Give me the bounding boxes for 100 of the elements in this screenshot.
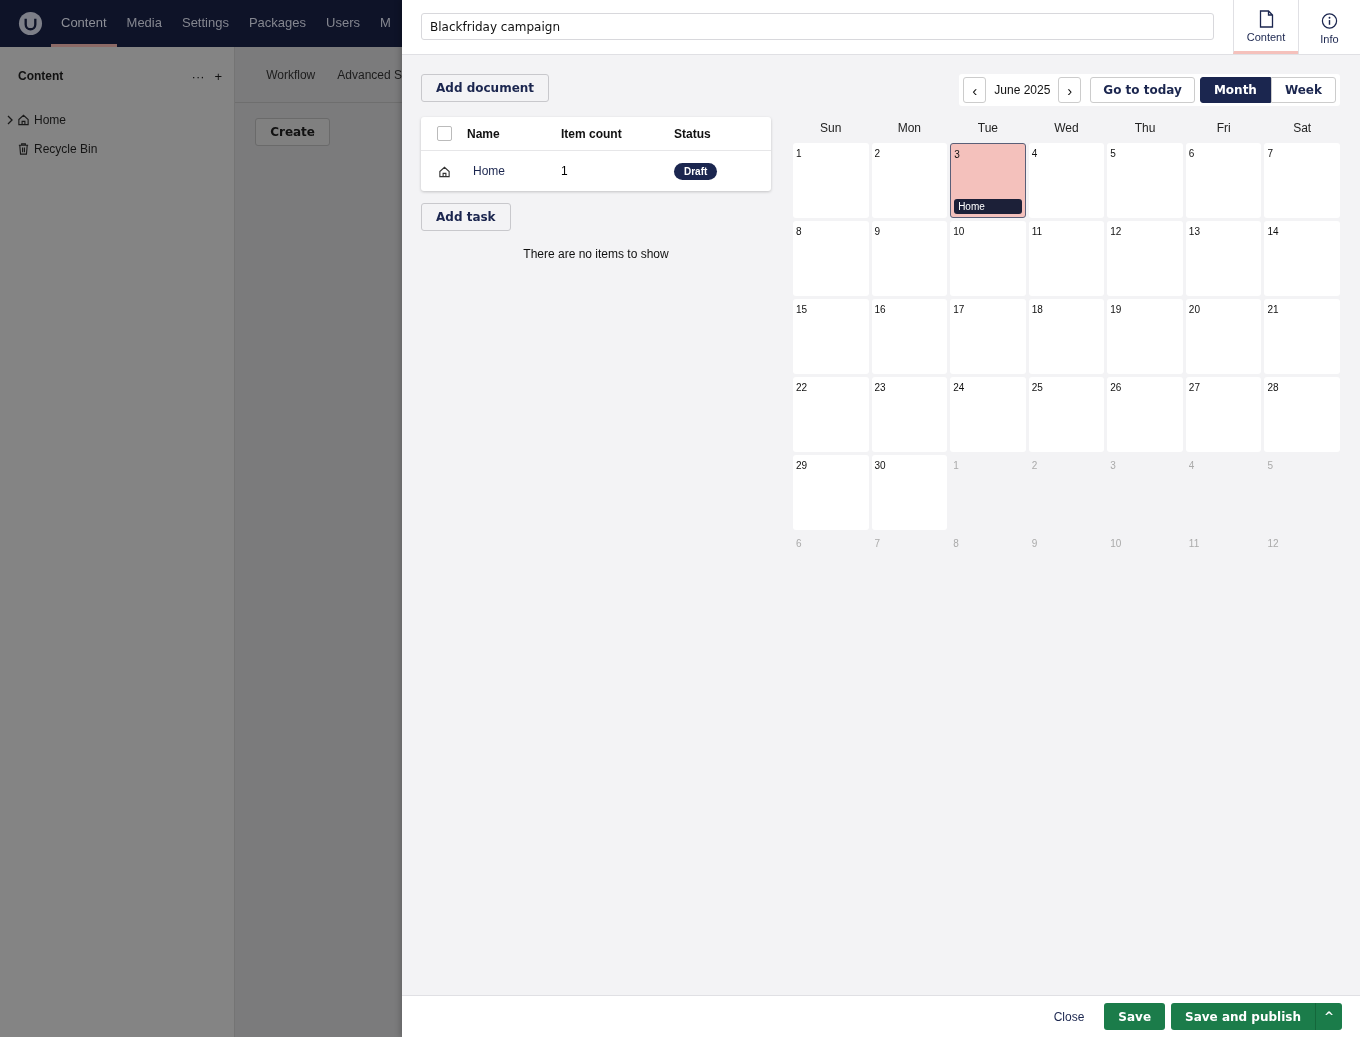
- day-cell[interactable]: 3 Home: [950, 143, 1026, 218]
- view-toggle[interactable]: Month: [1199, 77, 1271, 103]
- add-task-button[interactable]: Add task: [421, 203, 511, 231]
- workspace-tab[interactable]: Workflow: [266, 67, 316, 82]
- tree-item[interactable]: Recycle Bin: [34, 141, 98, 156]
- nav-tab[interactable]: M: [370, 0, 401, 47]
- workspace-tab[interactable]: Advanced S: [337, 67, 402, 82]
- day-number: 20: [1188, 304, 1200, 315]
- day-number: 26: [1110, 382, 1122, 393]
- day-number: 7: [1267, 148, 1273, 159]
- save-and-publish-button[interactable]: Save and publish: [1171, 1003, 1315, 1030]
- logo-icon[interactable]: [18, 11, 43, 36]
- trash-icon: [17, 142, 30, 155]
- go-to-today-button[interactable]: Go to today: [1090, 77, 1195, 103]
- create-button[interactable]: Create: [255, 118, 330, 146]
- tree-item[interactable]: Home: [34, 112, 66, 127]
- app-tab[interactable]: Content: [1233, 0, 1298, 54]
- day-number: 8: [953, 538, 959, 549]
- app-tab[interactable]: Info: [1298, 0, 1360, 54]
- day-cell[interactable]: 13: [1185, 221, 1262, 296]
- view-toggle[interactable]: Week: [1270, 77, 1336, 103]
- next-month-button[interactable]: ›: [1058, 77, 1082, 103]
- day-cell[interactable]: 12: [1107, 221, 1183, 296]
- day-number: 27: [1188, 382, 1200, 393]
- day-cell[interactable]: 11: [1028, 221, 1105, 296]
- empty-message: There are no items to show: [522, 247, 670, 261]
- document-link[interactable]: Home: [467, 164, 505, 178]
- day-cell[interactable]: 20: [1185, 299, 1262, 374]
- chevron-icon[interactable]: [7, 114, 13, 125]
- calendar-event[interactable]: Home: [954, 199, 1022, 214]
- day-cell[interactable]: 26: [1107, 377, 1183, 452]
- status-badge: Draft: [674, 163, 718, 180]
- day-cell[interactable]: 8: [793, 221, 869, 296]
- nav-tab[interactable]: Media: [116, 0, 172, 47]
- nav-tab[interactable]: Users: [316, 0, 370, 47]
- weekday-header: Fri: [1215, 121, 1232, 135]
- day-cell[interactable]: 2: [871, 143, 948, 218]
- day-cell[interactable]: 15: [793, 299, 869, 374]
- day-number: 9: [874, 226, 881, 237]
- day-cell[interactable]: 25: [1028, 377, 1105, 452]
- day-cell[interactable]: 4: [1028, 143, 1105, 218]
- day-cell[interactable]: 10: [950, 221, 1026, 296]
- day-cell[interactable]: 14: [1264, 221, 1340, 296]
- day-cell[interactable]: 28: [1264, 377, 1340, 452]
- caret-button[interactable]: ^: [1314, 1003, 1342, 1030]
- weekday-header: Sat: [1292, 121, 1313, 135]
- day-cell[interactable]: 18: [1028, 299, 1105, 374]
- day-number: 16: [874, 304, 886, 315]
- day-cell[interactable]: 27: [1185, 377, 1262, 452]
- day-cell[interactable]: 5: [1107, 143, 1183, 218]
- weekday-header: Tue: [976, 121, 1000, 135]
- day-cell[interactable]: 1: [793, 143, 869, 218]
- nav-tab[interactable]: Packages: [238, 0, 317, 47]
- name-input-field[interactable]: Blackfriday campaign: [421, 13, 1214, 40]
- day-cell[interactable]: 6: [1185, 143, 1262, 218]
- day-cell[interactable]: 30: [871, 455, 948, 530]
- previous-month-button[interactable]: ‹: [963, 77, 987, 103]
- day-cell[interactable]: 9: [871, 221, 948, 296]
- column-header: Name: [467, 126, 501, 141]
- day-number: 9: [1031, 538, 1038, 549]
- day-number: 14: [1267, 226, 1279, 237]
- weekday-header: Wed: [1053, 121, 1080, 135]
- day-number: 15: [796, 304, 808, 315]
- day-number: 1: [953, 460, 959, 471]
- day-number: 5: [1110, 148, 1116, 159]
- day-number: 24: [953, 382, 965, 393]
- day-number: 11: [1188, 538, 1200, 549]
- save-button[interactable]: Save: [1104, 1003, 1165, 1030]
- add-button[interactable]: +: [214, 68, 223, 84]
- day-number: 11: [1031, 226, 1043, 237]
- day-number: 29: [796, 460, 808, 471]
- day-cell[interactable]: 21: [1264, 299, 1340, 374]
- close-button[interactable]: Close: [1053, 1009, 1085, 1024]
- day-number: 10: [953, 226, 965, 237]
- day-number: 28: [1267, 382, 1279, 393]
- day-cell[interactable]: 23: [871, 377, 948, 452]
- weekday-header: Mon: [896, 121, 922, 135]
- day-number: 7: [874, 538, 881, 549]
- day-number: 10: [1110, 538, 1122, 549]
- day-number: 3: [1110, 460, 1116, 471]
- day-number: 4: [1031, 148, 1038, 159]
- day-cell[interactable]: 16: [871, 299, 948, 374]
- day-cell[interactable]: 19: [1107, 299, 1183, 374]
- day-number: 22: [796, 382, 808, 393]
- day-number: 21: [1267, 304, 1279, 315]
- day-number: 2: [874, 148, 881, 159]
- day-cell[interactable]: 7: [1264, 143, 1340, 218]
- add-document-button[interactable]: Add document: [421, 74, 550, 102]
- day-number: 6: [796, 538, 802, 549]
- nav-tab[interactable]: Settings: [171, 0, 239, 47]
- more-button[interactable]: ···: [191, 68, 205, 84]
- day-number: 30: [874, 460, 886, 471]
- day-cell[interactable]: 24: [950, 377, 1026, 452]
- weekday-header: Sun: [819, 121, 843, 135]
- select-all-checkbox[interactable]: [436, 126, 452, 141]
- day-cell[interactable]: 29: [793, 455, 869, 530]
- day-cell[interactable]: 22: [793, 377, 869, 452]
- day-number: 12: [1267, 538, 1279, 549]
- day-number: 12: [1110, 226, 1122, 237]
- day-cell[interactable]: 17: [950, 299, 1026, 374]
